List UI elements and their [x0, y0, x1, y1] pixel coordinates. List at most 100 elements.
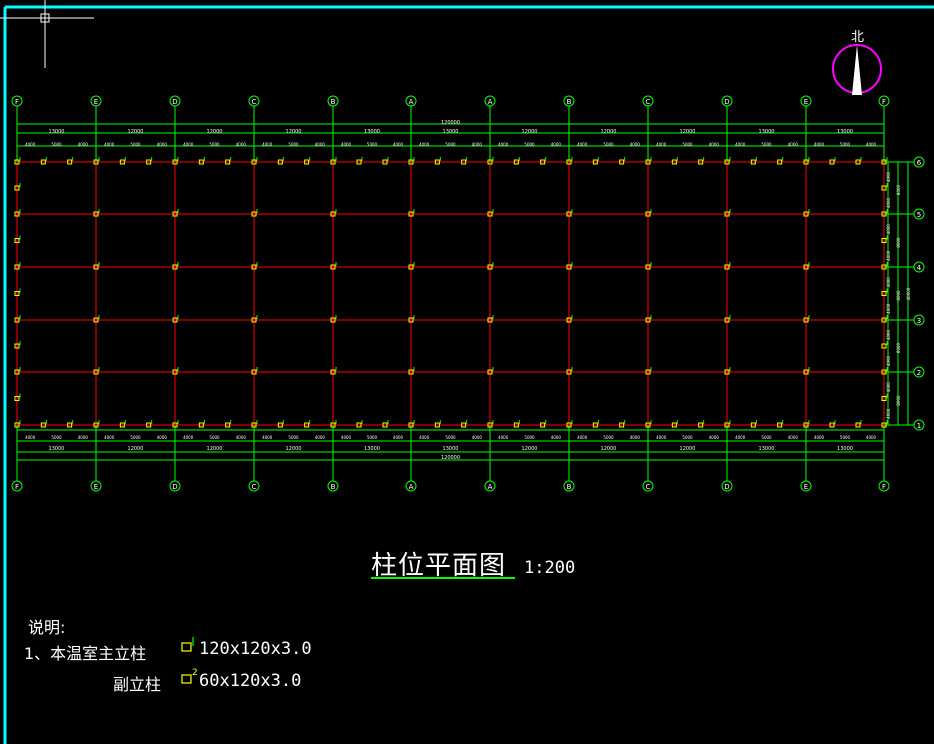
span-dimension-top: 12000	[601, 129, 617, 135]
sub-dimension-bottom: 4000	[788, 435, 799, 440]
sub-dimension-bottom: 4000	[472, 435, 483, 440]
span-dimension-bottom: 13000	[443, 446, 459, 452]
total-dimension-bottom: 120000	[441, 455, 460, 461]
sub-dimension-top: 4000	[315, 142, 326, 147]
axis-label-bottom: D	[724, 483, 729, 491]
axis-label-bottom: F	[15, 483, 19, 491]
sub-dimension-bottom: 4000	[709, 435, 720, 440]
note-item2-spec: 60x120x3.0	[199, 671, 302, 691]
sub-dimension-bottom: 5000	[445, 435, 456, 440]
sub-dimension-bottom: 5000	[603, 435, 614, 440]
span-dimension-top: 12000	[680, 129, 696, 135]
title-underline	[371, 577, 515, 579]
bay-dimension-right: 8000	[896, 237, 901, 248]
sub-dimension-top: 4000	[157, 142, 168, 147]
span-dimension-bottom: 13000	[837, 446, 853, 452]
secondary-column-symbol-icon: 2	[181, 668, 198, 684]
sub-dimension-top: 4000	[393, 142, 404, 147]
span-dimension-bottom: 12000	[680, 446, 696, 452]
axis-label-top: B	[331, 98, 336, 106]
sub-dimension-bottom: 5000	[288, 435, 299, 440]
sub-dimension-top: 4000	[25, 142, 36, 147]
axis-label-top: F	[15, 98, 19, 106]
axis-label-top: A	[488, 98, 493, 106]
sub-dimension-bottom: 4000	[183, 435, 194, 440]
sub-dimension-top: 5000	[367, 142, 378, 147]
axis-label-bottom: A	[409, 483, 414, 491]
sub-dimension-top: 4000	[236, 142, 247, 147]
sub-dimension-top: 4000	[577, 142, 588, 147]
span-dimension-top: 13000	[837, 129, 853, 135]
axis-label-top: C	[646, 98, 651, 106]
axis-label-bottom: C	[646, 483, 651, 491]
axis-label-top: E	[804, 98, 808, 106]
axis-label-top: C	[252, 98, 257, 106]
sub-dimension-bottom: 4000	[341, 435, 352, 440]
sub-dimension-right: 4000	[886, 408, 891, 419]
sub-dimension-top: 5000	[209, 142, 220, 147]
north-label: 北	[851, 30, 865, 45]
sub-dimension-top: 5000	[524, 142, 535, 147]
sub-dimension-top: 4000	[104, 142, 115, 147]
span-dimension-top: 12000	[286, 129, 302, 135]
note-item2-prefix: 副立柱	[113, 675, 162, 694]
sub-dimension-top: 4000	[630, 142, 641, 147]
sub-dimension-bottom: 4000	[25, 435, 36, 440]
sub-dimension-top: 4000	[472, 142, 483, 147]
span-dimension-top: 13000	[49, 129, 65, 135]
span-dimension-top: 12000	[522, 129, 538, 135]
bay-dimension-right: 8000	[896, 290, 901, 301]
span-dimension-bottom: 13000	[49, 446, 65, 452]
axis-label-row: 5	[917, 211, 921, 219]
sub-dimension-bottom: 4000	[315, 435, 326, 440]
sub-dimension-right: 4000	[886, 250, 891, 261]
sub-dimension-bottom: 4000	[419, 435, 430, 440]
sub-dimension-bottom: 4000	[866, 435, 877, 440]
sub-dimension-right: 4000	[886, 171, 891, 182]
note-item1-prefix: 1、本温室主立柱	[24, 644, 147, 663]
span-dimension-top: 13000	[364, 129, 380, 135]
notes-heading: 说明:	[28, 618, 66, 637]
sub-dimension-bottom: 5000	[840, 435, 851, 440]
column-layout-plan: F F E E D D C C B B A A A A B B C C D D E E F F 6 5 4 3 2 1 120000 1200…	[11, 95, 925, 492]
sub-dimension-top: 4000	[183, 142, 194, 147]
sub-dimension-bottom: 5000	[524, 435, 535, 440]
axis-label-row: 1	[917, 422, 921, 430]
sub-dimension-bottom: 4000	[814, 435, 825, 440]
axis-label-bottom: C	[252, 483, 257, 491]
sub-dimension-top: 5000	[130, 142, 141, 147]
sub-dimension-top: 5000	[761, 142, 772, 147]
axis-label-bottom: B	[567, 483, 572, 491]
sub-dimension-bottom: 4000	[157, 435, 168, 440]
sub-dimension-top: 4000	[498, 142, 509, 147]
total-dimension-top: 120000	[441, 120, 460, 126]
axis-label-row: 3	[917, 317, 921, 325]
span-dimension-top: 13000	[443, 129, 459, 135]
axis-label-bottom: A	[488, 483, 493, 491]
bay-dimension-right: 8000	[896, 342, 901, 353]
sub-dimension-top: 4000	[262, 142, 273, 147]
svg-text:2: 2	[192, 668, 198, 678]
sub-dimension-top: 4000	[866, 142, 877, 147]
sub-dimension-bottom: 4000	[630, 435, 641, 440]
sub-dimension-top: 5000	[445, 142, 456, 147]
span-dimension-bottom: 12000	[601, 446, 617, 452]
span-dimension-bottom: 12000	[207, 446, 223, 452]
sub-dimension-bottom: 5000	[367, 435, 378, 440]
sub-dimension-right: 4000	[886, 303, 891, 314]
axis-label-bottom: E	[804, 483, 808, 491]
axis-label-top: F	[882, 98, 886, 106]
axis-label-top: A	[409, 98, 414, 106]
sub-dimension-right: 4000	[886, 329, 891, 340]
sub-dimension-right: 4000	[886, 355, 891, 366]
north-arrow-icon	[832, 44, 882, 95]
sub-dimension-bottom: 4000	[236, 435, 247, 440]
bay-dimension-right: 8000	[896, 184, 901, 195]
sub-dimension-bottom: 4000	[735, 435, 746, 440]
span-dimension-top: 12000	[207, 129, 223, 135]
crosshair-cursor[interactable]	[0, 0, 94, 68]
axis-label-row: 2	[917, 369, 921, 377]
sub-dimension-bottom: 4000	[551, 435, 562, 440]
sub-dimension-bottom: 5000	[682, 435, 693, 440]
drawing-canvas: F F E E D D C C B B A A A A B B C C D D E E F F 6 5 4 3 2 1 120000 1200…	[0, 0, 934, 744]
